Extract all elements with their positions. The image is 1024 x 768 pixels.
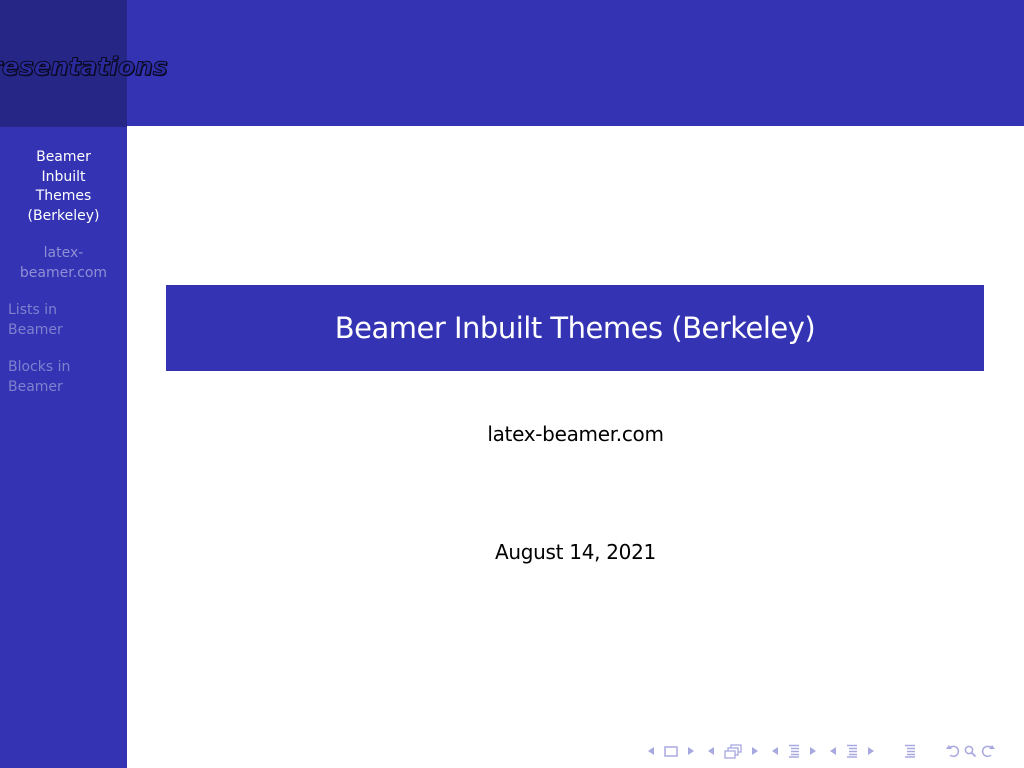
arrow-right-icon[interactable] [752, 742, 758, 760]
sidebar-item-beamer-inbuilt-themes[interactable]: Beamer Inbuilt Themes (Berkeley) [0, 148, 127, 226]
sidebar-item-label-line: beamer.com [19, 264, 108, 281]
undo-icon[interactable] [946, 742, 960, 760]
sidebar-item-label-line: Lists in [8, 302, 57, 318]
sidebar-item-label-line: Beamer [36, 149, 91, 165]
arrow-right-icon[interactable] [810, 742, 816, 760]
author-text: latex-beamer.com [487, 422, 664, 446]
redo-icon[interactable] [981, 742, 995, 760]
slide-frame-icon[interactable] [664, 742, 678, 760]
sidebar-item-label-line: Beamer [8, 378, 63, 395]
arrow-right-icon[interactable] [688, 742, 694, 760]
slide: Presentations Beamer Inbuilt Themes (Ber… [0, 0, 1024, 768]
arrow-left-icon[interactable] [708, 742, 714, 760]
sidebar-item-label-line: Blocks in [8, 359, 71, 375]
arrow-left-icon[interactable] [772, 742, 778, 760]
presentation-logo-text: Presentations [0, 52, 168, 82]
document-lines-icon[interactable] [904, 742, 916, 760]
arrow-left-icon[interactable] [830, 742, 836, 760]
stacked-frames-icon[interactable] [724, 742, 742, 760]
subsection-lines-icon[interactable] [788, 742, 800, 760]
sidebar-item-label-line: Inbuilt [41, 168, 86, 185]
sidebar-navigation: Beamer Inbuilt Themes (Berkeley) latex- … [0, 148, 127, 415]
header-bar [127, 0, 1024, 126]
sidebar-item-lists-in-beamer[interactable]: Lists in Beamer [0, 301, 127, 340]
date-text: August 14, 2021 [495, 540, 656, 564]
sidebar-item-label-line: Themes [35, 188, 92, 204]
magnifier-icon[interactable] [964, 742, 977, 760]
sidebar-item-label-line: Beamer [8, 321, 63, 338]
sidebar-item-label-line: latex- [43, 245, 84, 261]
sidebar-item-latex-beamer-com[interactable]: latex- beamer.com [0, 244, 127, 283]
navigation-symbols-bar [648, 742, 995, 760]
slide-title: Beamer Inbuilt Themes (Berkeley) [334, 311, 816, 345]
section-lines-icon[interactable] [846, 742, 858, 760]
sidebar-item-blocks-in-beamer[interactable]: Blocks in Beamer [0, 358, 127, 397]
arrow-left-icon[interactable] [648, 742, 654, 760]
arrow-right-icon[interactable] [868, 742, 874, 760]
title-box: Beamer Inbuilt Themes (Berkeley) [166, 285, 984, 371]
sidebar-item-label-line: (Berkeley) [27, 207, 100, 224]
